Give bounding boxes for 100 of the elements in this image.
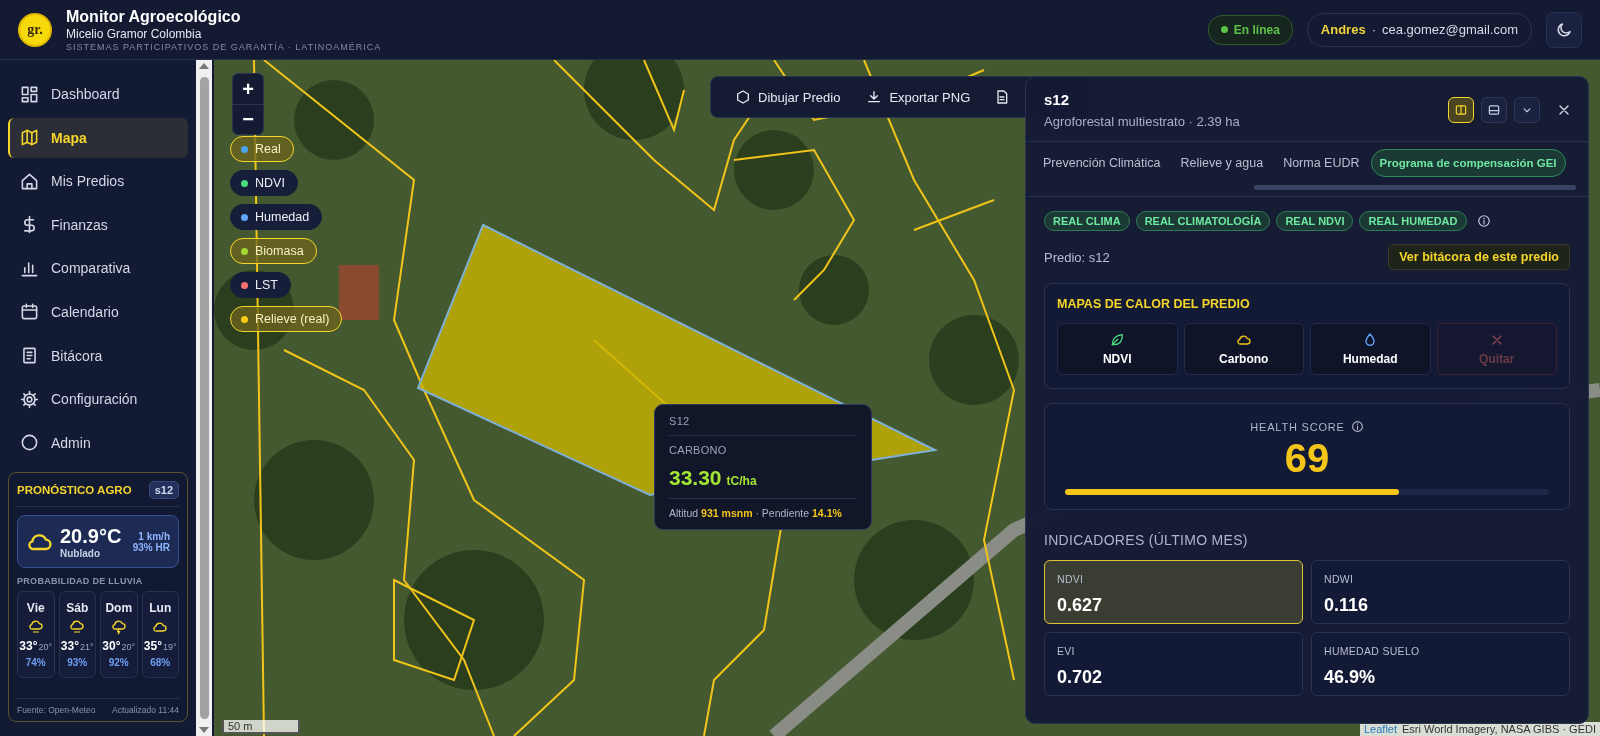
- carbon-unit: tC/ha: [726, 474, 757, 488]
- notebook-icon: [20, 346, 39, 366]
- high-temperature: 30°: [102, 639, 121, 654]
- data-source: Fuente: Open-Meteo: [17, 705, 96, 716]
- data-source-tag: REAL CLIMATOLOGÍA: [1135, 211, 1271, 231]
- status-dot: [1220, 26, 1228, 33]
- grid-icon: [20, 84, 39, 104]
- view-log-button[interactable]: Ver bitácora de este predio: [1388, 244, 1570, 270]
- rain-probability: 74%: [25, 657, 46, 669]
- nav-item[interactable]: Dashboard: [8, 74, 188, 114]
- wind-speed: 1 km/h: [138, 530, 170, 542]
- indicator-name: NDWI: [1324, 573, 1355, 585]
- heatmap-button[interactable]: Humedad: [1310, 323, 1431, 375]
- tab[interactable]: Norma EUDR: [1274, 148, 1369, 178]
- heatmap-button[interactable]: Carbono: [1183, 323, 1304, 375]
- hexagon-icon: [735, 89, 751, 105]
- download-icon: [866, 89, 883, 105]
- nav-item[interactable]: Finanzas: [8, 204, 188, 245]
- day-name: Vie: [26, 601, 45, 616]
- organization-name: Micelio Gramor Colombia: [66, 26, 203, 41]
- map-scale: 50 m: [222, 720, 300, 734]
- tab[interactable]: Relieve y agua: [1171, 148, 1273, 178]
- high-temperature: 33°: [60, 639, 79, 654]
- leaf-icon: [1109, 332, 1126, 348]
- data-source-tag: REAL CLIMA: [1044, 211, 1130, 231]
- indicator-card[interactable]: NDWI 0.116: [1311, 560, 1570, 624]
- parcel-title: s12: [1044, 91, 1071, 108]
- nav-item[interactable]: Mapa: [8, 117, 188, 158]
- nav-item[interactable]: Bitácora: [8, 335, 188, 376]
- moon-icon: [1555, 20, 1573, 39]
- low-temperature: 19°: [163, 642, 177, 653]
- nav-item[interactable]: Calendario: [8, 291, 188, 332]
- heatmaps-title: MAPAS DE CALOR DEL PREDIO: [1057, 297, 1251, 311]
- indicator-name: HUMEDAD SUELO: [1324, 645, 1421, 657]
- online-status: En línea: [1207, 14, 1293, 45]
- metric-name: CARBONO: [669, 444, 728, 456]
- zoom-out-button[interactable]: −: [233, 104, 263, 134]
- nav-item[interactable]: Comparativa: [8, 248, 188, 289]
- low-temperature: 21°: [80, 642, 94, 653]
- tab[interactable]: Prevención Climática: [1034, 148, 1170, 178]
- indicator-card[interactable]: EVI 0.702: [1044, 632, 1303, 696]
- two-column-icon: [1454, 103, 1468, 117]
- health-score-label: HEALTH SCORE: [1250, 420, 1345, 433]
- indicator-card[interactable]: HUMEDAD SUELO 46.9%: [1311, 632, 1570, 696]
- settings-icon: [20, 389, 39, 409]
- split-view-button[interactable]: [1448, 97, 1474, 123]
- parcel-badge: s12: [148, 481, 179, 500]
- circle-icon: [20, 433, 39, 453]
- layer-toggle[interactable]: Biomasa: [230, 238, 317, 264]
- info-icon: [1476, 214, 1491, 228]
- temperature: 20.9°C: [60, 524, 122, 549]
- stacked-view-button[interactable]: [1481, 97, 1507, 123]
- rain-cloud-icon: [27, 619, 44, 636]
- tab[interactable]: Programa de compensación GEI: [1370, 149, 1566, 177]
- separator: ·: [1371, 22, 1376, 37]
- parcel-subtitle: Agroforestal multiestrato · 2.39 ha: [1044, 114, 1241, 129]
- layer-toggle[interactable]: LST: [230, 272, 291, 298]
- attribution-link[interactable]: Leaflet: [1364, 723, 1397, 735]
- day-name: Sáb: [66, 601, 89, 616]
- high-temperature: 35°: [143, 639, 162, 654]
- indicator-card[interactable]: NDVI 0.627: [1044, 560, 1303, 624]
- indicator-name: NDVI: [1057, 573, 1085, 585]
- carbon-value: 33.30: [669, 466, 722, 490]
- layer-toggle[interactable]: NDVI: [230, 170, 298, 196]
- weather-condition: Nublado: [60, 548, 101, 560]
- indicator-value: 46.9%: [1324, 667, 1377, 688]
- scrollbar-thumb[interactable]: [199, 77, 209, 719]
- low-temperature: 20°: [121, 642, 136, 653]
- user-email: cea.gomez@gmail.com: [1381, 22, 1518, 37]
- indicator-value: 0.702: [1057, 667, 1104, 688]
- layer-toggle[interactable]: Humedad: [230, 204, 323, 230]
- toolbar-button[interactable]: Exportar PNG: [856, 89, 981, 105]
- tagline: SISTEMAS PARTICIPATIVOS DE GARANTÍA · LATINOAMÉRICA: [66, 41, 382, 52]
- zoom-in-button[interactable]: +: [233, 74, 263, 104]
- toolbar-button[interactable]: Dibujar Predio: [725, 89, 851, 105]
- calendar-icon: [20, 302, 39, 322]
- heatmap-button[interactable]: NDVI: [1057, 323, 1178, 375]
- parcel-label: Predio: s12: [1044, 249, 1110, 265]
- nav-item[interactable]: Mis Predios: [8, 161, 188, 202]
- user-name: Andres: [1320, 22, 1366, 37]
- theme-toggle-button[interactable]: [1546, 11, 1582, 48]
- scrollbar[interactable]: [196, 60, 212, 736]
- layer-toggle[interactable]: Real: [230, 136, 294, 162]
- layer-toggle[interactable]: Relieve (real): [230, 306, 343, 332]
- nav-item[interactable]: Configuración: [8, 379, 188, 420]
- house-icon: [20, 171, 39, 191]
- scrollbar-thumb[interactable]: [1254, 185, 1576, 190]
- attribution-text: Esri World Imagery, NASA GIBS · GEDI: [1402, 723, 1596, 735]
- low-temperature: 20°: [38, 642, 53, 653]
- forecast-title: PRONÓSTICO AGRO: [17, 484, 132, 497]
- day-name: Lun: [149, 601, 172, 616]
- rain-probability: 93%: [67, 657, 88, 669]
- nav-item[interactable]: Admin: [8, 422, 188, 463]
- high-temperature: 33°: [19, 639, 38, 654]
- health-score-value: 69: [1284, 436, 1330, 481]
- app-title: Monitor Agroecológico: [66, 7, 242, 26]
- info-icon: [1350, 420, 1364, 433]
- rain-probability-title: PROBABILIDAD DE LLUVIA: [17, 576, 144, 587]
- two-row-icon: [1487, 103, 1501, 117]
- data-source-tag: REAL NDVI: [1276, 211, 1354, 231]
